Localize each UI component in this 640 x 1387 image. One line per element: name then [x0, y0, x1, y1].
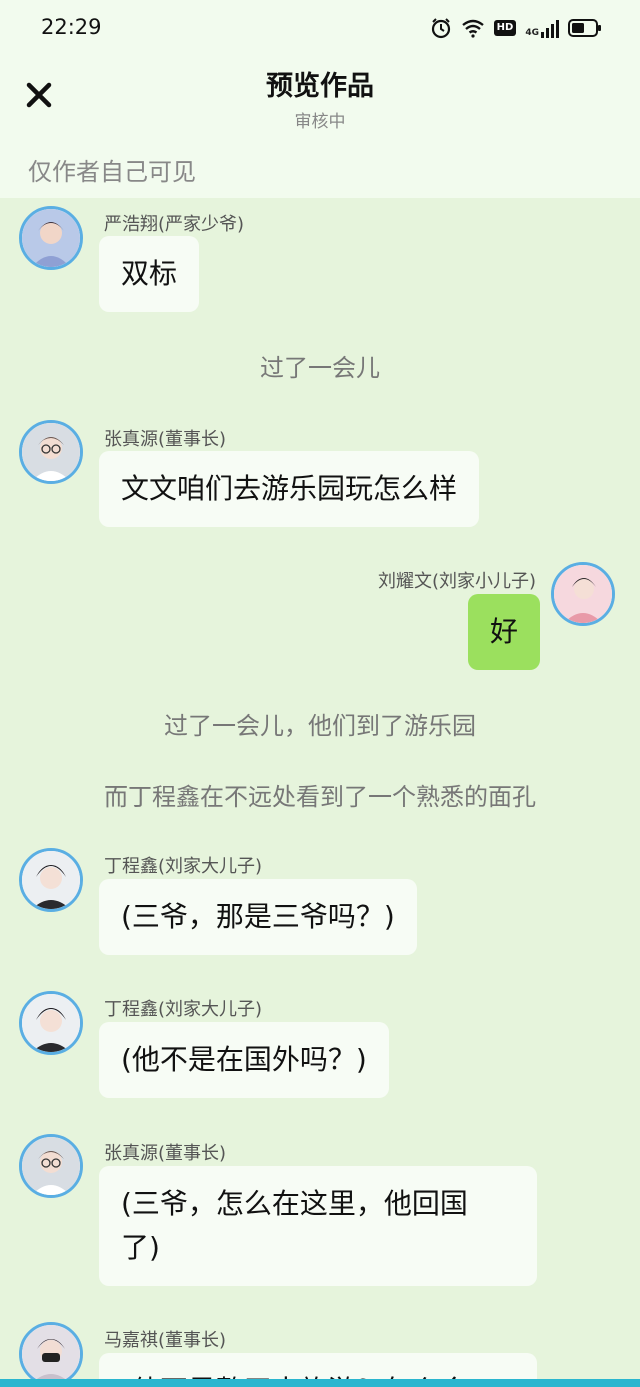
status-icons: HD 4G	[430, 16, 602, 40]
sender-name: 马嘉祺(董事长)	[104, 1330, 227, 1351]
message-bubble[interactable]: (三爷，那是三爷吗？)	[99, 879, 417, 955]
narration-text: 而丁程鑫在不远处看到了一个熟悉的面孔	[104, 783, 536, 811]
avatar[interactable]	[19, 420, 83, 484]
sender-name: 张真源(董事长)	[104, 1143, 227, 1164]
sender-name: 严浩翔(严家少爷)	[104, 214, 245, 235]
avatar[interactable]	[19, 1322, 83, 1386]
narration-text: 过了一会儿	[260, 354, 380, 382]
sender-name: 丁程鑫(刘家大儿子)	[104, 999, 263, 1020]
message-bubble[interactable]: (三爷，怎么在这里，他回国 了)	[99, 1166, 537, 1286]
message-line: (三爷，怎么在这里，他回国	[121, 1187, 468, 1220]
page-title: 预览作品	[266, 71, 374, 102]
visibility-note: 仅作者自己可见	[28, 158, 196, 186]
alarm-icon	[431, 18, 450, 39]
avatar[interactable]	[551, 562, 615, 626]
signal-icon: 4G	[525, 18, 559, 38]
header-area: 22:29 HD 4G 预览作品 审核中 仅作者自己可见	[0, 0, 640, 198]
review-status: 审核中	[294, 112, 346, 132]
chat-area[interactable]: 严浩翔(严家少爷) 双标 过了一会儿 张真源(董事长) 文文咱们去游乐园玩怎么样…	[0, 198, 640, 1387]
battery-icon	[568, 19, 601, 37]
sender-name: 刘耀文(刘家小儿子)	[377, 571, 536, 592]
bottom-edge-bar	[0, 1379, 640, 1387]
message-bubble-self[interactable]: 好	[467, 594, 540, 670]
message-line: 了)	[121, 1231, 160, 1264]
sender-name: 丁程鑫(刘家大儿子)	[104, 856, 263, 877]
wifi-icon	[461, 19, 484, 38]
avatar[interactable]	[19, 848, 83, 912]
sender-name: 张真源(董事长)	[104, 429, 227, 450]
avatar[interactable]	[19, 206, 83, 270]
status-bar: 22:29 HD 4G	[0, 0, 640, 56]
message-bubble[interactable]: 文文咱们去游乐园玩怎么样	[99, 451, 480, 527]
avatar[interactable]	[19, 991, 83, 1055]
message-bubble[interactable]: (他不是在国外吗？)	[99, 1022, 389, 1098]
status-time: 22:29	[41, 15, 102, 39]
message-bubble[interactable]: 双标	[99, 236, 200, 312]
avatar[interactable]	[19, 1134, 83, 1198]
narration-text: 过了一会儿，他们到了游乐园	[164, 712, 476, 740]
hd-icon: HD	[493, 20, 517, 36]
network-type-label: 4G	[525, 28, 539, 38]
